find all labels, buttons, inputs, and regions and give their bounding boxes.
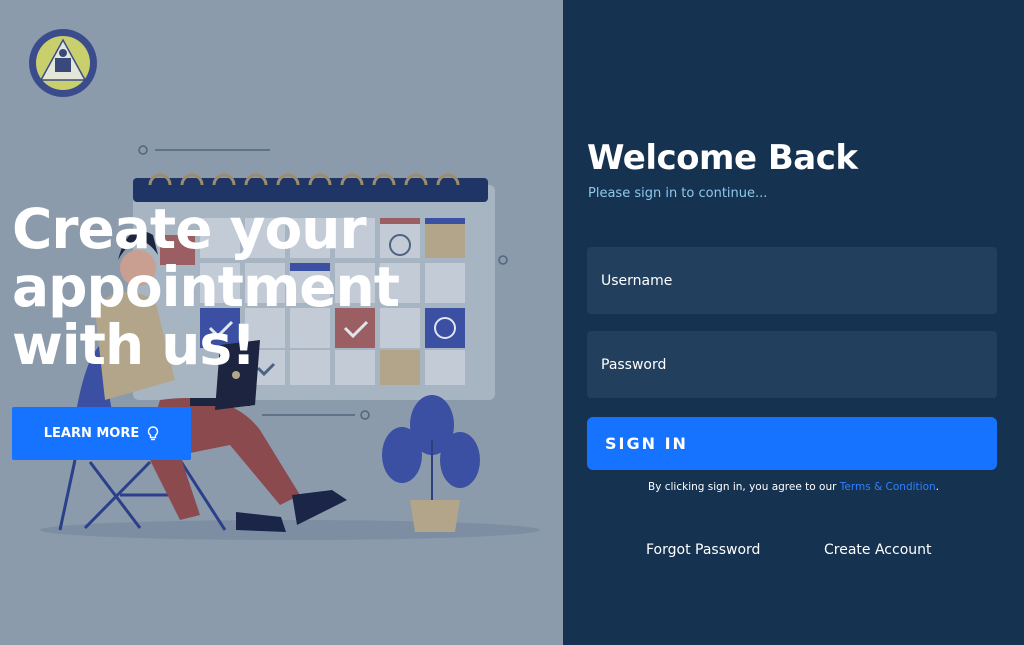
agreement-prefix: By clicking sign in, you agree to our xyxy=(647,481,840,493)
school-seal-logo xyxy=(29,29,97,97)
sign-in-button[interactable]: SIGN IN xyxy=(587,417,997,470)
lightbulb-icon xyxy=(148,425,159,440)
login-panel xyxy=(563,0,1024,645)
forgot-password-link[interactable]: Forgot Password xyxy=(646,542,760,558)
create-account-link[interactable]: Create Account xyxy=(824,542,932,558)
terms-link[interactable]: Terms & Condition xyxy=(840,481,936,493)
login-subtitle: Please sign in to continue... xyxy=(588,186,768,201)
hero-title: Create your appointment with us! xyxy=(12,197,400,377)
username-input[interactable] xyxy=(587,247,997,314)
left-panel: Create your appointment with us! LEARN M… xyxy=(0,0,563,645)
login-title: Welcome Back xyxy=(587,138,858,178)
learn-more-label: LEARN MORE xyxy=(43,426,140,441)
agreement-suffix: . xyxy=(935,481,939,493)
password-input[interactable] xyxy=(587,331,997,398)
learn-more-button[interactable]: LEARN MORE xyxy=(12,407,191,460)
agreement-text: By clicking sign in, you agree to our Te… xyxy=(563,481,1024,493)
